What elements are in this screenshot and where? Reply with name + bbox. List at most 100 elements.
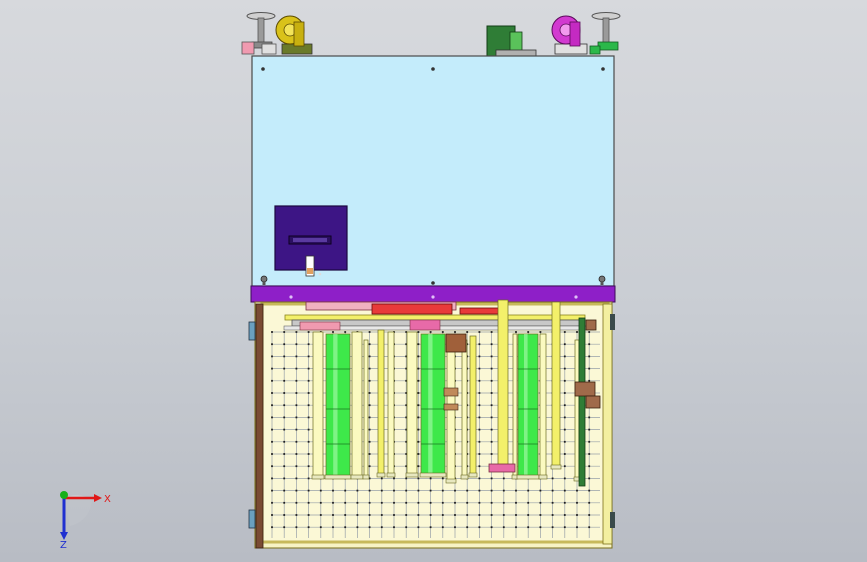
- mesh-node: [429, 477, 432, 480]
- rod: [468, 335, 478, 478]
- mesh-node: [563, 331, 566, 333]
- mesh-node: [271, 489, 273, 492]
- mesh-node: [551, 489, 554, 492]
- mesh-node: [295, 331, 298, 333]
- mesh-node: [283, 477, 286, 480]
- mesh-node: [271, 514, 273, 516]
- mesh-node: [490, 331, 493, 333]
- mesh-node: [515, 331, 517, 333]
- mesh-node: [588, 501, 591, 504]
- mesh-node: [588, 428, 591, 431]
- mesh-node: [563, 465, 566, 468]
- mesh-node: [417, 416, 420, 419]
- mesh-node: [478, 355, 481, 358]
- mesh-node: [515, 489, 517, 492]
- mesh-node: [576, 501, 578, 504]
- mesh-node: [295, 465, 298, 468]
- mesh-node: [307, 514, 310, 516]
- mesh-node: [417, 440, 420, 443]
- mesh-node: [441, 331, 444, 333]
- mesh-node: [380, 526, 383, 529]
- mesh-node: [478, 501, 481, 504]
- mesh-node: [478, 477, 481, 480]
- mesh-node: [454, 514, 456, 516]
- mesh-node: [307, 501, 310, 504]
- mesh-node: [295, 367, 298, 370]
- mesh-node: [490, 416, 493, 419]
- mesh-node: [405, 526, 408, 529]
- mesh-node: [588, 440, 591, 443]
- rod: [362, 339, 370, 480]
- mesh-node: [563, 343, 566, 346]
- mesh-node: [307, 453, 310, 455]
- mesh-node: [283, 404, 286, 407]
- mesh-node: [283, 331, 286, 333]
- mesh-node: [344, 514, 347, 516]
- mesh-node: [307, 355, 310, 358]
- mesh-node: [515, 526, 517, 529]
- mesh-node: [588, 367, 591, 370]
- mesh-node: [466, 489, 469, 492]
- mesh-node: [478, 526, 481, 529]
- rod: [460, 339, 469, 480]
- mesh-node: [319, 526, 322, 529]
- mesh-node: [588, 526, 591, 529]
- mesh-node: [551, 477, 554, 480]
- mesh-node: [490, 367, 493, 370]
- mesh-node: [332, 501, 334, 504]
- mesh-node: [283, 440, 286, 443]
- rod: [376, 329, 386, 478]
- model-viewport[interactable]: [0, 0, 867, 562]
- mesh-node: [307, 489, 310, 492]
- mesh-node: [283, 489, 286, 492]
- mesh-node: [417, 477, 420, 480]
- mesh-node: [563, 501, 566, 504]
- mesh-node: [405, 501, 408, 504]
- mesh-node: [283, 343, 286, 346]
- mesh-node: [563, 367, 566, 370]
- mesh-node: [319, 514, 322, 516]
- mesh-node: [563, 428, 566, 431]
- mesh-node: [393, 477, 395, 480]
- mesh-node: [478, 514, 481, 516]
- mesh-node: [283, 514, 286, 516]
- mesh-node: [271, 367, 273, 370]
- mesh-node: [393, 514, 395, 516]
- mesh-node: [563, 453, 566, 455]
- rod: [386, 331, 396, 478]
- mesh-node: [283, 392, 286, 394]
- side-panel-right: [602, 303, 615, 545]
- mesh-node: [576, 489, 578, 492]
- mesh-node: [271, 404, 273, 407]
- control-box[interactable]: [274, 205, 348, 277]
- mesh-node: [429, 489, 432, 492]
- rod: [511, 333, 519, 480]
- mesh-node: [417, 514, 420, 516]
- mesh-node: [588, 477, 591, 480]
- mesh-node: [283, 453, 286, 455]
- mesh-node: [405, 489, 408, 492]
- mesh-node: [283, 379, 286, 382]
- mesh-node: [368, 514, 371, 516]
- mesh-node: [283, 465, 286, 468]
- mesh-node: [283, 367, 286, 370]
- mesh-node: [588, 343, 591, 346]
- mesh-node: [295, 501, 298, 504]
- mesh-node: [563, 355, 566, 358]
- mesh-node: [271, 465, 273, 468]
- axis-x-label: X: [104, 494, 111, 505]
- mesh-node: [417, 367, 420, 370]
- mesh-node: [490, 501, 493, 504]
- mesh-node: [527, 526, 530, 529]
- mesh-node: [393, 526, 395, 529]
- mesh-node: [283, 416, 286, 419]
- mesh-node: [454, 489, 456, 492]
- side-panel-left: [248, 303, 264, 549]
- mesh-node: [405, 477, 408, 480]
- mesh-node: [405, 514, 408, 516]
- mesh-node: [295, 440, 298, 443]
- mesh-node: [417, 489, 420, 492]
- mesh-node: [441, 501, 444, 504]
- mesh-node: [478, 367, 481, 370]
- mesh-node: [368, 355, 371, 358]
